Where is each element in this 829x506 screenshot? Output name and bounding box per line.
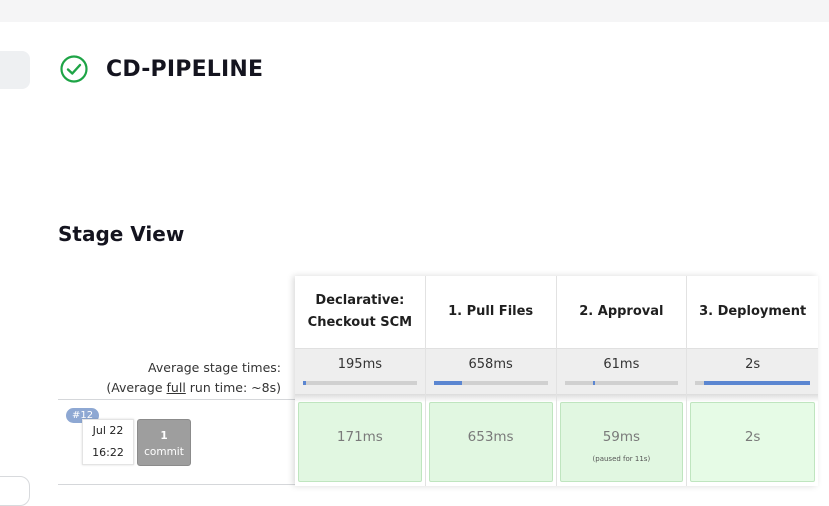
stage-time-bar xyxy=(564,381,679,385)
avg-full-suffix: run time: ~8s) xyxy=(185,380,281,395)
stage-shadow xyxy=(556,394,687,402)
stage-time-bar-fill xyxy=(433,381,463,385)
run-time: 16:22 xyxy=(92,446,124,459)
stage-time-bar-fill xyxy=(592,381,596,385)
run-date: Jul 22 xyxy=(92,424,124,437)
full-run-link[interactable]: full xyxy=(167,380,186,395)
stage-average: 195ms xyxy=(295,348,425,394)
avg-stage-times-text: Average stage times: xyxy=(148,360,281,375)
stage-view-left-column: Average stage times: (Average full run t… xyxy=(58,276,295,486)
stage-shadow xyxy=(425,394,556,402)
stage-average: 61ms xyxy=(556,348,687,394)
stage-average: 658ms xyxy=(425,348,556,394)
stage-time-bar xyxy=(303,381,417,385)
sidebar-item-partial[interactable] xyxy=(0,476,30,506)
stage-shadow xyxy=(687,394,818,402)
page-title: CD-PIPELINE xyxy=(106,56,264,82)
top-bar xyxy=(0,0,829,22)
success-check-icon xyxy=(58,53,90,85)
avg-full-run-text: (Average full run time: ~8s) xyxy=(106,378,281,398)
stage-average-time: 2s xyxy=(745,357,761,372)
stage-header[interactable]: 2. Approval xyxy=(556,276,687,348)
commit-button[interactable]: 1 commit xyxy=(137,419,191,466)
stage-time-bar xyxy=(433,381,548,385)
commit-count: 1 xyxy=(160,430,168,442)
stage-cell-time: 2s xyxy=(744,429,761,445)
stage-cell-time: 653ms xyxy=(467,429,514,445)
stage-columns: Declarative: Checkout SCM 195ms 171ms 1.… xyxy=(295,276,818,486)
stage-shadow xyxy=(295,394,425,402)
stage-cell-success[interactable]: 171ms xyxy=(298,402,422,482)
divider xyxy=(58,399,295,400)
stage-header[interactable]: Declarative: Checkout SCM xyxy=(295,276,425,348)
stage-cell-success[interactable]: 2s xyxy=(690,402,815,482)
stage-column: 1. Pull Files 658ms 653ms xyxy=(425,276,557,486)
commit-label: commit xyxy=(144,446,184,458)
stage-column: 3. Deployment 2s 2s xyxy=(687,276,818,486)
stage-time-bar-fill xyxy=(303,381,307,385)
avg-full-prefix: (Average xyxy=(106,380,167,395)
divider xyxy=(58,484,295,485)
stage-cell-time: 171ms xyxy=(336,429,383,445)
stage-average-time: 195ms xyxy=(337,357,382,372)
stage-average-time: 61ms xyxy=(603,357,640,372)
run-datetime: Jul 22 16:22 xyxy=(82,419,134,465)
sidebar-item[interactable] xyxy=(0,51,30,89)
stage-cell-success[interactable]: 653ms xyxy=(428,402,553,482)
stage-cell-note: (paused for 11s) xyxy=(592,455,651,463)
stage-cell-success[interactable]: 59ms (paused for 11s) xyxy=(559,402,684,482)
stage-time-bar-fill xyxy=(704,381,810,385)
stage-average: 2s xyxy=(687,348,818,394)
stage-column: 2. Approval 61ms 59ms (paused for 11s) xyxy=(556,276,688,486)
stage-view-title: Stage View xyxy=(58,222,185,246)
stage-header[interactable]: 1. Pull Files xyxy=(425,276,556,348)
page-header: CD-PIPELINE xyxy=(58,53,263,85)
stage-column: Declarative: Checkout SCM 195ms 171ms xyxy=(295,276,426,486)
stage-header[interactable]: 3. Deployment xyxy=(687,276,818,348)
average-times-label: Average stage times: (Average full run t… xyxy=(106,358,281,398)
stage-average-time: 658ms xyxy=(468,357,513,372)
stage-view-table: Average stage times: (Average full run t… xyxy=(58,276,818,486)
stage-time-bar xyxy=(695,381,810,385)
stage-cell-time: 59ms xyxy=(602,429,641,445)
